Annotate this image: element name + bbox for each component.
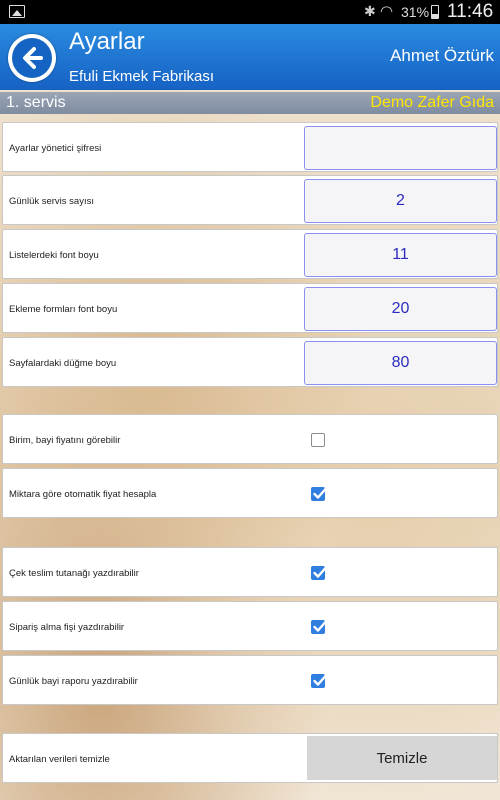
setting-label: Listelerdeki font boyu xyxy=(9,250,99,261)
admin-password-input[interactable] xyxy=(304,126,497,170)
wifi-icon: ◠ xyxy=(380,3,394,20)
auto-price-checkbox[interactable] xyxy=(311,487,327,501)
back-arrow-icon xyxy=(12,38,52,78)
button-size-input[interactable]: 80 xyxy=(304,341,497,385)
image-notification-icon xyxy=(9,5,25,18)
section-bar: 1. servis Demo Zafer Gıda xyxy=(0,92,500,114)
setting-row-print-daily-dealer-report[interactable]: Günlük bayi raporu yazdırabilir xyxy=(2,655,498,705)
checkmark-icon xyxy=(313,487,327,499)
setting-label: Aktarılan verileri temizle xyxy=(9,754,110,765)
clear-data-button[interactable]: Temizle xyxy=(307,736,497,780)
status-bar: ✱ ◠ 31% 11:46 xyxy=(0,0,500,24)
bluetooth-icon: ✱ xyxy=(364,3,376,19)
print-order-receipt-checkbox[interactable] xyxy=(311,620,327,634)
setting-label: Miktara göre otomatik fiyat hesapla xyxy=(9,489,157,500)
back-button[interactable] xyxy=(8,34,56,82)
setting-label: Ekleme formları font boyu xyxy=(9,304,118,315)
checkmark-icon xyxy=(313,566,327,578)
print-daily-dealer-report-checkbox[interactable] xyxy=(311,674,327,688)
setting-label: Günlük bayi raporu yazdırabilir xyxy=(9,676,138,687)
checkmark-icon xyxy=(313,674,327,686)
list-font-size-input[interactable]: 11 xyxy=(304,233,497,277)
setting-row-auto-price[interactable]: Miktara göre otomatik fiyat hesapla xyxy=(2,468,498,518)
setting-label: Sipariş alma fişi yazdırabilir xyxy=(9,622,125,633)
setting-row-print-order-receipt[interactable]: Sipariş alma fişi yazdırabilir xyxy=(2,601,498,651)
battery-icon xyxy=(431,5,439,19)
company-name: Demo Zafer Gıda xyxy=(370,94,494,111)
print-delivery-report-checkbox[interactable] xyxy=(311,566,327,580)
setting-row-form-font-size: Ekleme formları font boyu 20 xyxy=(2,283,498,333)
setting-label: Ayarlar yönetici şifresi xyxy=(9,143,102,154)
checkmark-icon xyxy=(313,620,327,632)
setting-row-print-delivery-report[interactable]: Çek teslim tutanağı yazdırabilir xyxy=(2,547,498,597)
page-title: Ayarlar xyxy=(69,28,145,55)
setting-row-show-dealer-price[interactable]: Birim, bayi fiyatını görebilir xyxy=(2,414,498,464)
setting-label: Sayfalardaki düğme boyu xyxy=(9,358,117,369)
setting-row-admin-password: Ayarlar yönetici şifresi xyxy=(2,122,498,172)
user-name: Ahmet Öztürk xyxy=(390,46,494,65)
daily-service-count-input[interactable]: 2 xyxy=(304,179,497,223)
setting-row-button-size: Sayfalardaki düğme boyu 80 xyxy=(2,337,498,387)
setting-label: Günlük servis sayısı xyxy=(9,196,94,207)
setting-label: Çek teslim tutanağı yazdırabilir xyxy=(9,568,139,579)
setting-row-clear-data: Aktarılan verileri temizle Temizle xyxy=(2,733,498,783)
page-subtitle: Efuli Ekmek Fabrikası xyxy=(69,68,215,85)
app-header: Ayarlar Efuli Ekmek Fabrikası Ahmet Öztü… xyxy=(0,24,500,90)
clock: 11:46 xyxy=(447,1,494,22)
form-font-size-input[interactable]: 20 xyxy=(304,287,497,331)
battery-percent: 31% xyxy=(401,4,430,20)
section-title: 1. servis xyxy=(6,94,66,111)
setting-row-list-font-size: Listelerdeki font boyu 11 xyxy=(2,229,498,279)
setting-label: Birim, bayi fiyatını görebilir xyxy=(9,435,121,446)
setting-row-daily-service-count: Günlük servis sayısı 2 xyxy=(2,175,498,225)
show-dealer-price-checkbox[interactable] xyxy=(311,433,325,447)
